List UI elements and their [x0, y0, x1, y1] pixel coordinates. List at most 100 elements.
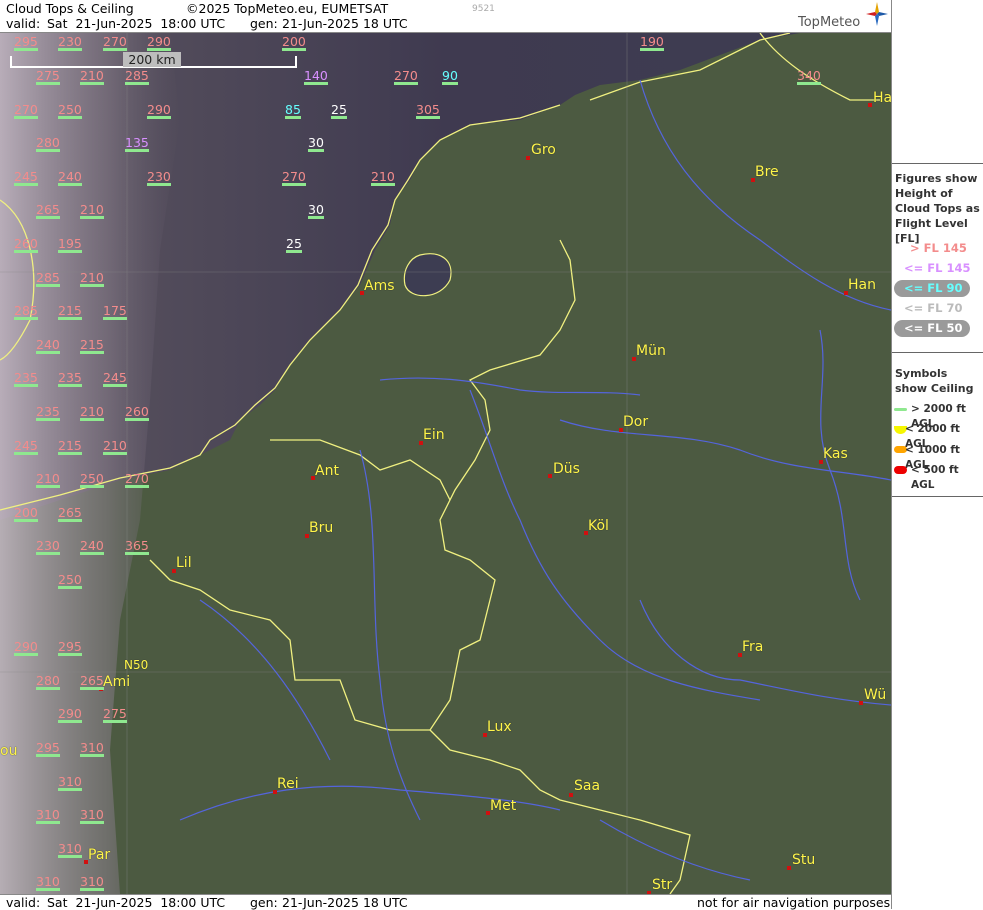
cloud-top-value: 210: [80, 68, 104, 85]
gen-time: 21-Jun-2025 18 UTC: [282, 16, 408, 31]
legend-ceiling-label: < 500 ft AGL: [911, 464, 959, 491]
cloud-top-value: 245: [103, 370, 127, 387]
cloud-top-value: 310: [58, 841, 82, 858]
chart-title: Cloud Tops & Ceiling: [6, 1, 134, 16]
cloud-top-value: 240: [58, 169, 82, 186]
legend-divider: [892, 163, 983, 164]
cloud-top-value: 275: [103, 706, 127, 723]
map-canvas: [0, 33, 891, 894]
cloud-top-value: 270: [282, 169, 306, 186]
city-label: Stu: [792, 852, 816, 868]
cloud-top-value: 230: [58, 34, 82, 51]
scale-bar-label: 200 km: [123, 52, 181, 67]
cloud-top-value: 250: [58, 102, 82, 119]
cloud-top-value: 305: [416, 102, 440, 119]
city-label: Han: [848, 277, 876, 293]
cloud-top-value: 245: [14, 169, 38, 186]
cloud-top-value: 290: [147, 34, 171, 51]
cloud-top-value: 250: [58, 572, 82, 589]
cloud-top-value: 260: [125, 404, 149, 421]
footer-gen-label: gen:: [250, 895, 278, 910]
cloud-top-value: 285: [14, 303, 38, 320]
city-label: Rei: [277, 776, 299, 792]
latitude-label: N50: [124, 658, 149, 672]
city-label: Met: [490, 798, 517, 814]
cloud-top-value: 365: [125, 538, 149, 555]
gen-label: gen:: [250, 16, 278, 31]
cloud-top-value: 265: [80, 673, 104, 690]
cloud-top-value: 235: [58, 370, 82, 387]
footer-gen-time: 21-Jun-2025 18 UTC: [282, 895, 408, 910]
cloud-top-value: 190: [640, 34, 664, 51]
cloud-top-value: 25: [331, 102, 347, 119]
cloud-top-value: 285: [36, 270, 60, 287]
city-label: Saa: [574, 778, 601, 794]
legend-tops-label: <= FL 145: [904, 261, 971, 275]
cloud-top-value: 270: [394, 68, 418, 85]
disclaimer-text: not for air navigation purposes: [697, 895, 891, 910]
cloud-top-value: 210: [80, 270, 104, 287]
ceiling-symbol-icon: [894, 466, 907, 474]
cloud-top-value: 295: [36, 740, 60, 757]
cloud-top-value: 265: [58, 505, 82, 522]
city-label: Fra: [742, 639, 764, 655]
image-code: 9521: [472, 4, 495, 14]
cloud-top-value: 175: [103, 303, 127, 320]
cloud-top-value: 290: [147, 102, 171, 119]
cloud-top-value: 310: [80, 740, 104, 757]
cloud-top-value: 90: [442, 68, 458, 85]
cloud-top-value: 140: [304, 68, 328, 85]
valid-time: Sat 21-Jun-2025 18:00 UTC: [47, 16, 226, 31]
cloud-top-value: 280: [36, 673, 60, 690]
city-label: Bre: [755, 164, 779, 180]
city-label: Mün: [636, 343, 666, 359]
cloud-top-value: 195: [58, 236, 82, 253]
cloud-top-value: 210: [80, 202, 104, 219]
cloud-top-value: 245: [14, 438, 38, 455]
legend-tops-label: > FL 145: [910, 241, 967, 255]
satellite-map[interactable]: 200 km N50 Ha Gro Bre Ams Han Mün Ein Do…: [0, 33, 891, 894]
city-label: Düs: [553, 461, 580, 477]
city-label: Lux: [487, 719, 512, 735]
city-label: Ein: [423, 427, 445, 443]
legend-tops-item: <= FL 50: [904, 321, 962, 335]
city-dot: [868, 103, 872, 107]
legend-tops-item: <= FL 90: [904, 281, 962, 295]
cloud-top-value: 270: [125, 471, 149, 488]
cloud-top-value: 210: [103, 438, 127, 455]
legend-tops-title: Figures show Height of Cloud Tops as Fli…: [895, 172, 980, 245]
cloud-top-value: 285: [125, 68, 149, 85]
legend-tops-item: <= FL 145: [904, 261, 970, 275]
cloud-top-value: 200: [282, 34, 306, 51]
city-label: Wü: [864, 687, 887, 703]
city-label: Köl: [588, 518, 609, 534]
cloud-top-value: 215: [80, 337, 104, 354]
cloud-top-value: 310: [80, 807, 104, 824]
city-dot: [569, 793, 573, 797]
cloud-top-value: 310: [80, 874, 104, 891]
cloud-top-value: 135: [125, 135, 149, 152]
legend-tops-label: <= FL 50: [904, 321, 963, 335]
footer-valid-time: Sat 21-Jun-2025 18:00 UTC: [47, 895, 226, 910]
cloud-top-value: 200: [14, 505, 38, 522]
city-label: Par: [88, 847, 111, 863]
legend-divider: [892, 352, 983, 353]
legend-ceiling-title: Symbols show Ceiling: [895, 367, 974, 395]
city-label: Str: [652, 877, 673, 893]
legend-tops-item: <= FL 70: [904, 301, 962, 315]
cloud-top-value: 235: [36, 404, 60, 421]
city-label: Gro: [531, 142, 556, 158]
city-dot: [787, 866, 791, 870]
copyright-text: ©2025 TopMeteo.eu, EUMETSAT: [186, 1, 389, 16]
cloud-top-value: 210: [36, 471, 60, 488]
cloud-top-value: 250: [80, 471, 104, 488]
cloud-top-value: 295: [14, 34, 38, 51]
cloud-top-value: 270: [103, 34, 127, 51]
city-label: Lil: [176, 555, 192, 571]
city-label: Dor: [623, 414, 649, 430]
cloud-top-value: 270: [14, 102, 38, 119]
cloud-top-value: 260: [14, 236, 38, 253]
legend-divider: [892, 496, 983, 497]
city-dot: [548, 474, 552, 478]
topmeteo-logo-text: TopMeteo: [798, 15, 861, 30]
